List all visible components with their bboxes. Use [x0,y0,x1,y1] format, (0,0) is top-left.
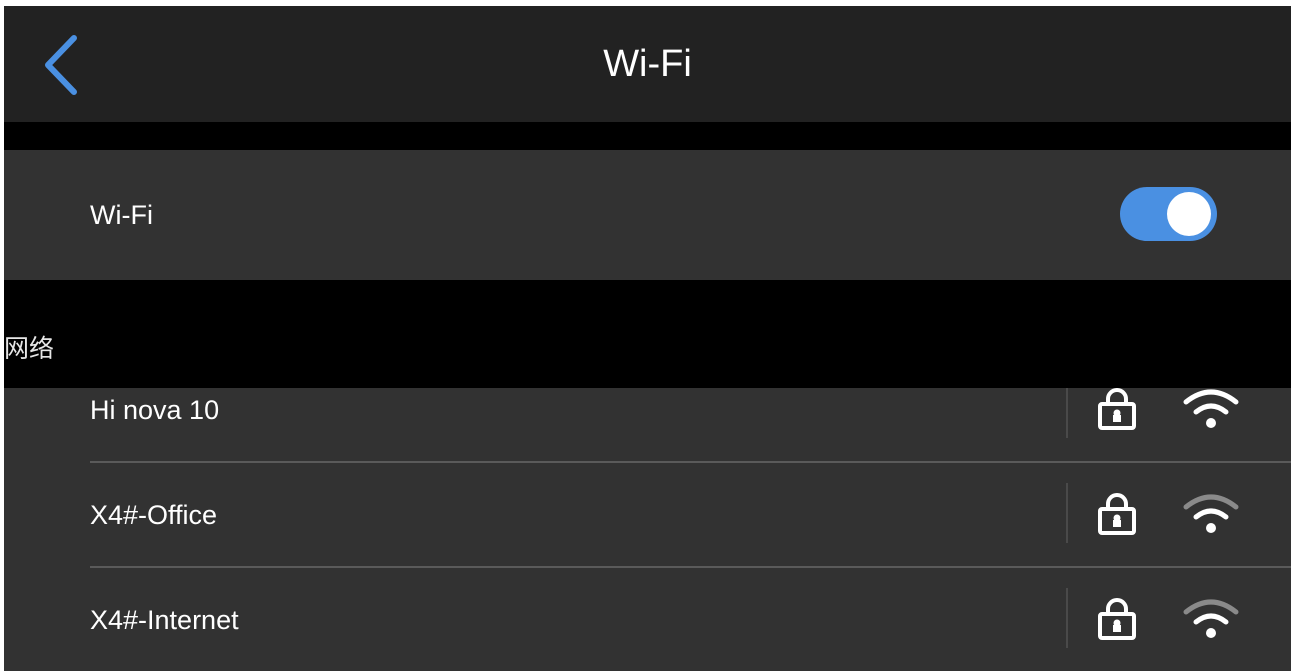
network-item[interactable]: X4#-Internet [4,568,1291,671]
wifi-signal-icon [1183,389,1239,428]
wifi-toggle-row[interactable]: Wi-Fi [4,150,1291,280]
wifi-settings-screen: Wi-Fi Wi-Fi 网络 Hi nova 10 X4#-Office X4#… [4,6,1291,671]
toggle-knob [1167,192,1211,236]
row-separator [1066,388,1068,438]
row-separator [1066,483,1068,543]
network-item[interactable]: X4#-Office [4,463,1291,568]
wifi-signal-icon [1183,599,1239,638]
wifi-toggle-label: Wi-Fi [90,200,153,230]
back-button[interactable] [30,30,94,100]
header-bar: Wi-Fi [4,6,1291,122]
wifi-toggle-switch[interactable] [1120,187,1217,241]
lock-icon [1098,598,1136,640]
network-item[interactable]: Hi nova 10 [4,388,1291,463]
wifi-signal-icon [1183,494,1239,533]
page-title: Wi-Fi [603,43,692,85]
networks-section-title: 网络 [4,335,55,363]
chevron-left-icon [45,35,77,95]
lock-icon [1098,388,1136,430]
network-name: X4#-Office [90,500,218,530]
network-name: Hi nova 10 [90,395,220,425]
lock-icon [1098,493,1136,535]
network-name: X4#-Internet [90,605,239,635]
row-separator [1066,588,1068,648]
network-list: Hi nova 10 X4#-Office X4#-Internet [4,388,1291,671]
